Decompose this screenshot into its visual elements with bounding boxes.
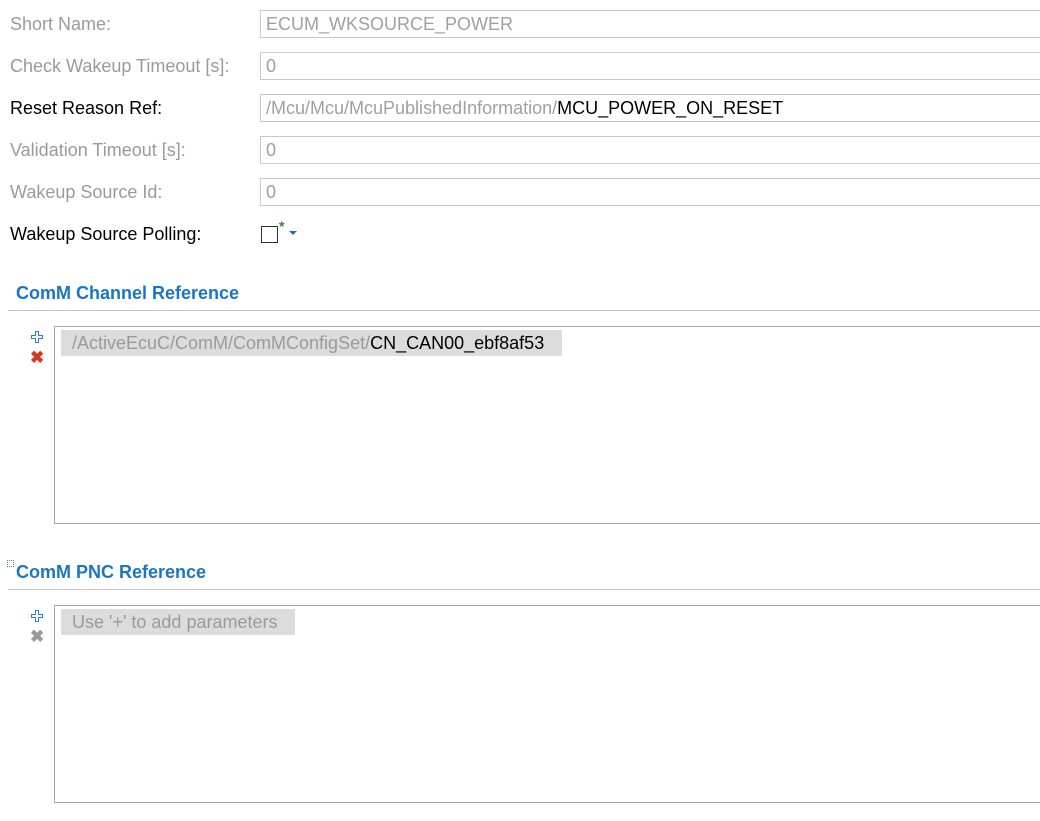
validation-timeout-value: 0 bbox=[266, 140, 277, 160]
comm-pnc-list[interactable]: Use '+' to add parameters bbox=[54, 605, 1040, 803]
check-wakeup-timeout-value: 0 bbox=[266, 56, 277, 76]
placeholder-text: Use '+' to add parameters bbox=[61, 609, 296, 635]
wakeup-source-polling-checkbox[interactable] bbox=[261, 226, 278, 243]
wakeup-source-id-label: Wakeup Source Id: bbox=[10, 182, 163, 202]
focus-marker bbox=[7, 560, 14, 567]
comm-channel-reference-title: ComM Channel Reference bbox=[16, 283, 240, 303]
comm-channel-list[interactable]: /ActiveEcuC/ComM/ComMConfigSet/CN_CAN00_… bbox=[54, 326, 1040, 524]
plus-icon[interactable] bbox=[30, 330, 44, 344]
validation-timeout-label: Validation Timeout [s]: bbox=[10, 140, 186, 160]
comm-channel-item-path: /ActiveEcuC/ComM/ComMConfigSet/ bbox=[72, 333, 371, 353]
plus-icon[interactable] bbox=[30, 609, 44, 623]
short-name-label: Short Name: bbox=[10, 14, 112, 34]
reset-reason-ref-name: MCU_POWER_ON_RESET bbox=[557, 98, 784, 118]
wakeup-source-id-field[interactable]: 0 bbox=[260, 178, 1040, 206]
list-item[interactable]: /ActiveEcuC/ComM/ComMConfigSet/CN_CAN00_… bbox=[61, 330, 563, 356]
comm-pnc-reference-title: ComM PNC Reference bbox=[16, 562, 207, 582]
validation-timeout-field[interactable]: 0 bbox=[260, 136, 1040, 164]
comm-channel-item-name: CN_CAN00_ebf8af53 bbox=[370, 333, 545, 353]
delete-icon[interactable]: ✖ bbox=[30, 349, 44, 367]
wakeup-source-polling-label: Wakeup Source Polling: bbox=[10, 224, 202, 244]
short-name-value: ECUM_WKSOURCE_POWER bbox=[266, 14, 514, 34]
reset-reason-ref-field[interactable]: /Mcu/Mcu/McuPublishedInformation/MCU_POW… bbox=[260, 94, 1040, 122]
delete-icon: ✖ bbox=[30, 627, 45, 646]
comm-pnc-placeholder: Use '+' to add parameters bbox=[72, 612, 278, 632]
chevron-down-icon[interactable] bbox=[289, 231, 297, 235]
comm-pnc-divider bbox=[8, 589, 1040, 590]
check-wakeup-timeout-field[interactable]: 0 bbox=[260, 52, 1040, 80]
reset-reason-ref-label: Reset Reason Ref: bbox=[10, 98, 163, 118]
comm-channel-divider bbox=[8, 310, 1040, 311]
wakeup-source-id-value: 0 bbox=[266, 182, 277, 202]
short-name-field[interactable]: ECUM_WKSOURCE_POWER bbox=[260, 10, 1040, 38]
default-value-marker: * bbox=[279, 218, 285, 234]
check-wakeup-timeout-label: Check Wakeup Timeout [s]: bbox=[10, 56, 230, 76]
reset-reason-ref-path: /Mcu/Mcu/McuPublishedInformation/ bbox=[266, 98, 558, 118]
